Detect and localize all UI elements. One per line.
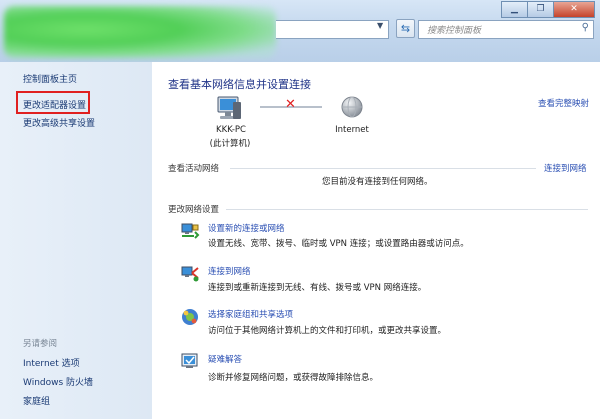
highlight-box (16, 91, 90, 114)
computer-note: (此计算机) (209, 139, 251, 149)
sidebar-item-internet-options[interactable]: Internet 选项 (23, 356, 80, 369)
no-network-status: 您目前没有连接到任何网络。 (322, 177, 433, 187)
blurred-region (4, 6, 276, 58)
close-button[interactable]: ✕ (553, 1, 595, 18)
left-sidebar: 控制面板主页 更改适配器设置 更改高级共享设置 另请参阅 Internet 选项… (0, 62, 152, 419)
setup-new-connection-desc: 设置无线、宽带、拨号、临时或 VPN 连接；或设置路由器或访问点。 (208, 239, 469, 249)
new-connection-icon (181, 223, 200, 239)
troubleshoot-link[interactable]: 疑难解答 (208, 353, 242, 365)
maximize-button[interactable]: ❐ (527, 1, 554, 18)
sidebar-item-control-panel-home[interactable]: 控制面板主页 (23, 72, 77, 85)
connect-network-icon (181, 266, 199, 282)
refresh-icon[interactable]: ⇆ (396, 19, 415, 38)
troubleshoot-icon (181, 353, 198, 368)
homegroup-sharing-link[interactable]: 选择家庭组和共享选项 (208, 308, 293, 320)
magnifier-icon[interactable]: ⚲ (582, 22, 589, 33)
computer-name: KKK-PC (216, 125, 246, 135)
search-input[interactable]: 搜索控制面板 ⚲ (418, 20, 594, 39)
connect-to-network-task-desc: 连接到或重新连接到无线、有线、拨号或 VPN 网络连接。 (208, 283, 427, 293)
view-full-map-link[interactable]: 查看完整映射 (538, 97, 589, 109)
address-bar[interactable] (276, 20, 389, 39)
sidebar-item-advanced-sharing[interactable]: 更改高级共享设置 (23, 116, 95, 129)
window-title-bar: ▼ ⇆ 搜索控制面板 ⚲ ▁ ❐ ✕ (0, 0, 600, 62)
see-also-title: 另请参阅 (23, 339, 58, 349)
main-panel: 查看基本网络信息并设置连接 查看完整映射 ✕ KKK-PC (此计算机) Int… (152, 62, 600, 419)
page-title: 查看基本网络信息并设置连接 (168, 78, 311, 91)
computer-icon[interactable] (214, 94, 244, 124)
homegroup-icon (182, 309, 198, 325)
troubleshoot-desc: 诊断并修复网络问题，或获得故障排除信息。 (208, 373, 379, 383)
setup-new-connection-link[interactable]: 设置新的连接或网络 (208, 222, 285, 234)
address-dropdown-icon[interactable]: ▼ (377, 21, 383, 30)
homegroup-sharing-desc: 访问位于其他网络计算机上的文件和打印机，或更改共享设置。 (208, 326, 447, 336)
change-settings-title: 更改网络设置 (168, 205, 220, 215)
sidebar-item-windows-firewall[interactable]: Windows 防火墙 (23, 375, 93, 388)
section-divider (226, 209, 588, 210)
section-divider (230, 168, 536, 169)
disconnected-x-icon: ✕ (285, 97, 296, 112)
sidebar-item-homegroup[interactable]: 家庭组 (23, 394, 50, 407)
internet-label: Internet (335, 125, 369, 135)
connect-to-network-link[interactable]: 连接到网络 (544, 162, 587, 174)
minimize-button[interactable]: ▁ (501, 1, 528, 18)
active-networks-title: 查看活动网络 (168, 164, 220, 174)
window-buttons: ▁ ❐ ✕ (501, 1, 595, 18)
search-placeholder: 搜索控制面板 (427, 26, 482, 36)
connect-to-network-task-link[interactable]: 连接到网络 (208, 265, 251, 277)
globe-icon[interactable] (340, 95, 364, 119)
